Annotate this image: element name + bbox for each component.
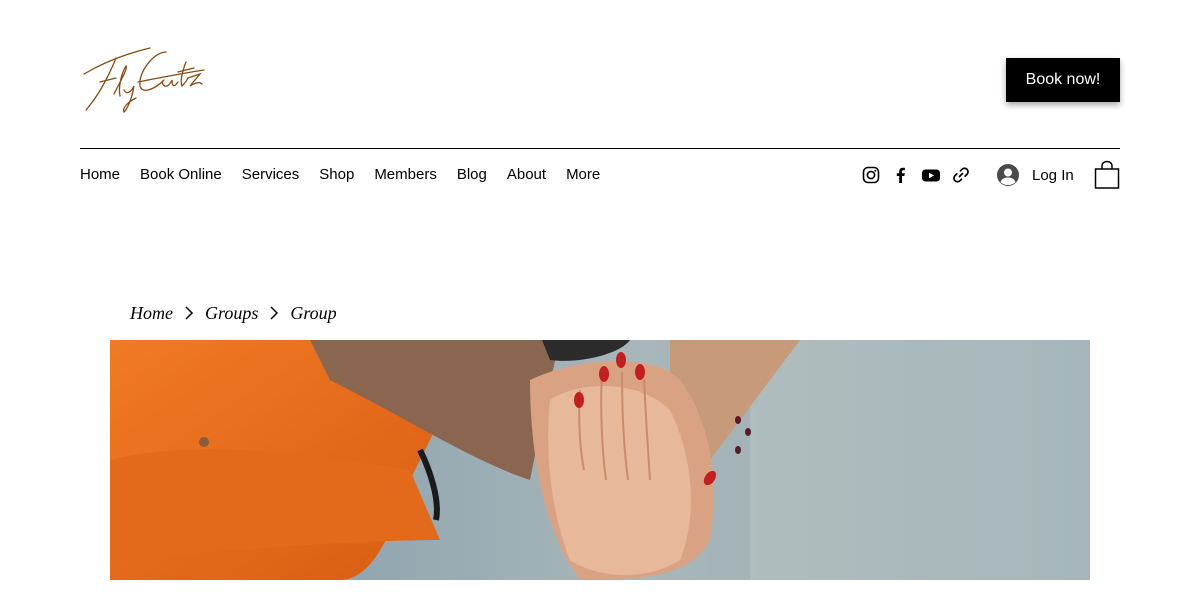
group-cover-image	[110, 340, 1090, 580]
nav-item-services[interactable]: Services	[242, 164, 300, 186]
nav-item-members[interactable]: Members	[374, 164, 437, 186]
nav-item-home[interactable]: Home	[80, 164, 120, 186]
breadcrumb: Home Groups Group	[130, 301, 337, 325]
site-logo[interactable]	[78, 38, 208, 118]
chevron-right-icon	[258, 301, 290, 325]
user-avatar-icon	[997, 164, 1019, 186]
cart-button[interactable]	[1094, 160, 1120, 190]
facebook-icon[interactable]	[891, 165, 911, 185]
main-nav: Home Book Online Services Shop Members B…	[80, 164, 620, 186]
link-icon[interactable]	[951, 165, 971, 185]
breadcrumb-current-group: Group	[290, 302, 337, 323]
stacked-hands-photo	[110, 340, 1090, 580]
nav-item-shop[interactable]: Shop	[319, 164, 354, 186]
fly-cutz-logo-script	[83, 47, 205, 114]
chevron-right-icon	[173, 301, 205, 325]
instagram-icon[interactable]	[861, 165, 881, 185]
breadcrumb-groups[interactable]: Groups	[205, 303, 258, 324]
nav-item-more[interactable]: More	[566, 164, 600, 186]
login-label: Log In	[1032, 166, 1074, 184]
nav-item-about[interactable]: About	[507, 164, 546, 186]
book-now-button[interactable]: Book now!	[1006, 58, 1120, 102]
social-bar	[861, 164, 981, 186]
youtube-icon[interactable]	[921, 165, 941, 185]
login-button[interactable]: Log In	[996, 162, 1074, 188]
nav-item-blog[interactable]: Blog	[457, 164, 487, 186]
breadcrumb-home[interactable]: Home	[130, 303, 173, 324]
header-divider	[80, 148, 1120, 149]
nav-item-book-online[interactable]: Book Online	[140, 164, 222, 186]
shopping-bag-icon	[1094, 160, 1120, 189]
